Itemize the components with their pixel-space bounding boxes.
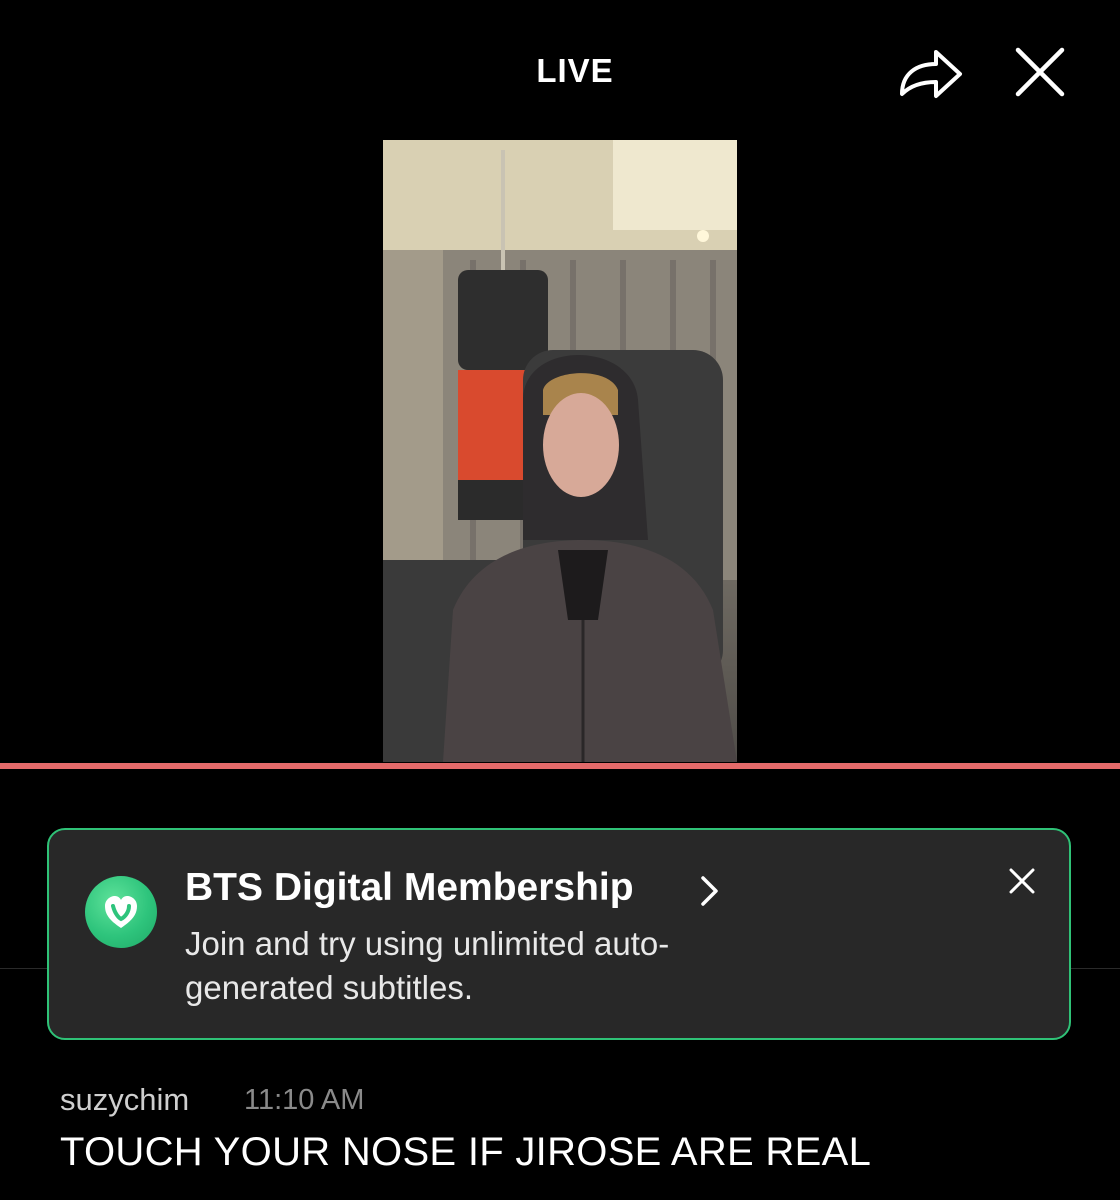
chat-timestamp: 11:10 AM	[244, 1084, 365, 1116]
banner-title[interactable]: BTS Digital Membership	[185, 866, 634, 910]
live-video[interactable]	[383, 140, 737, 762]
chat-username[interactable]: suzychim	[60, 1082, 189, 1118]
banner-description: Join and try using unlimited auto-genera…	[185, 925, 670, 1006]
chevron-right-icon	[701, 876, 718, 906]
membership-banner[interactable]: BTS Digital Membership Join and try usin…	[47, 828, 1071, 1040]
weverse-heart-logo-icon	[85, 876, 157, 948]
chat-message: TOUCH YOUR NOSE IF JIROSE ARE REAL	[60, 1130, 872, 1174]
close-icon	[1015, 47, 1065, 97]
close-icon	[1009, 868, 1035, 894]
banner-close-button[interactable]	[1007, 866, 1037, 896]
close-button[interactable]	[1012, 44, 1068, 100]
video-frame	[383, 140, 737, 762]
share-button[interactable]	[896, 44, 966, 104]
live-progress-bar	[0, 763, 1120, 769]
share-arrow-icon	[900, 50, 962, 98]
live-screen: LIVE BTS Digital Membership Join and try…	[0, 0, 1120, 1200]
